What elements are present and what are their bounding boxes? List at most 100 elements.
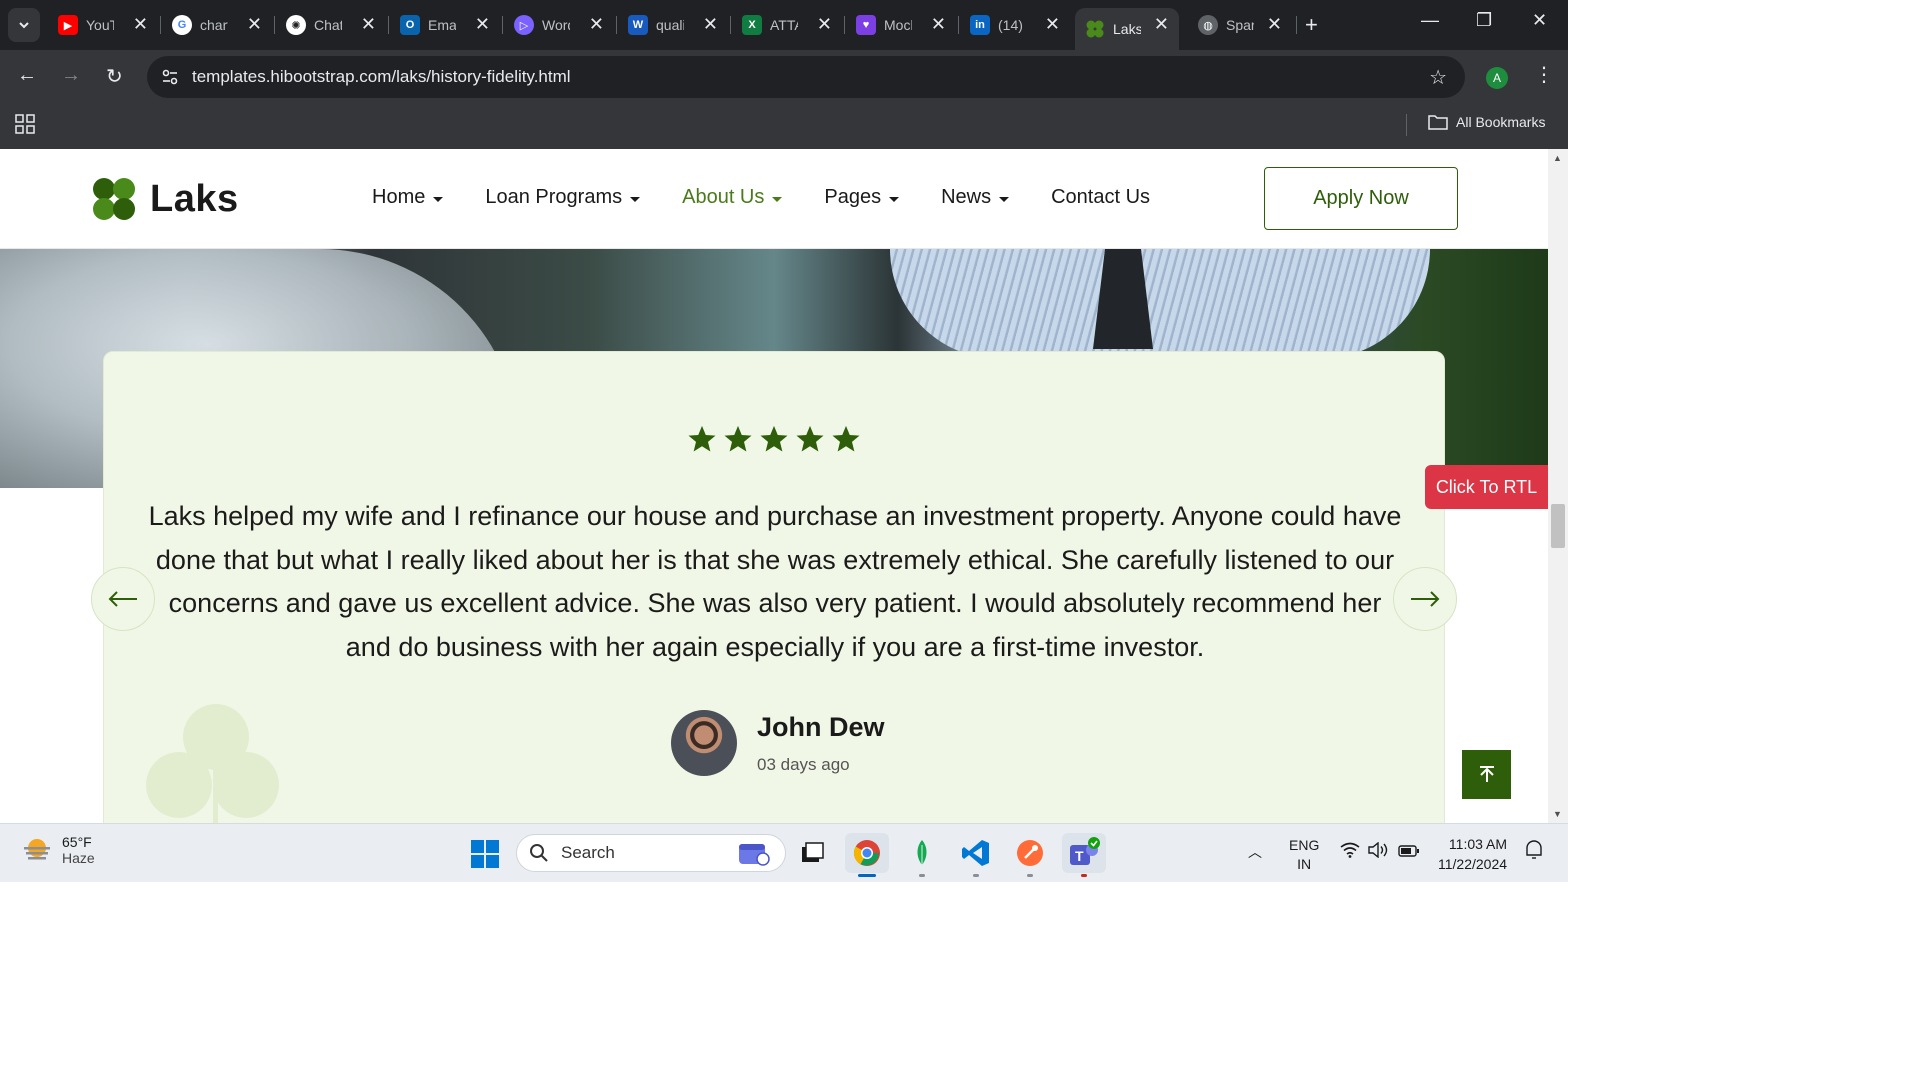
scroll-down-icon[interactable]: ▼: [1553, 809, 1562, 819]
arrow-left-icon: [108, 591, 137, 607]
browser-menu-button[interactable]: ⋮: [1534, 62, 1554, 87]
site-logo[interactable]: Laks: [90, 175, 239, 223]
tray-overflow-chevron-icon[interactable]: ︿: [1248, 842, 1262, 862]
wifi-icon[interactable]: [1340, 842, 1360, 861]
taskbar-mongodb[interactable]: [900, 833, 944, 877]
notifications-icon[interactable]: [1524, 840, 1544, 863]
rtl-toggle-button[interactable]: Click To RTL: [1425, 465, 1548, 509]
arrow-right-icon: [1411, 591, 1440, 607]
close-tab-icon[interactable]: ✕: [703, 15, 718, 33]
rating-stars: [104, 424, 1444, 454]
scroll-up-icon[interactable]: ▲: [1553, 153, 1562, 163]
start-button[interactable]: [470, 839, 500, 874]
tab-word[interactable]: ▷ Word ✕: [504, 8, 614, 42]
nav-loan-programs[interactable]: Loan Programs: [485, 186, 641, 209]
tab-google[interactable]: G chart ✕: [162, 8, 272, 42]
tab-laks[interactable]: Laks ✕: [1075, 8, 1179, 50]
word-icon: W: [628, 15, 648, 35]
taskbar-task-view[interactable]: [790, 833, 834, 873]
testimonial-author: John Dew 03 days ago: [671, 710, 885, 776]
battery-icon[interactable]: [1398, 844, 1420, 860]
scrollbar-thumb[interactable]: [1551, 504, 1565, 548]
close-tab-icon[interactable]: ✕: [475, 15, 490, 33]
apps-grid-icon[interactable]: [15, 114, 35, 134]
nav-pages[interactable]: Pages: [824, 186, 900, 209]
taskbar-chrome[interactable]: [845, 833, 889, 877]
page-scrollbar[interactable]: ▲ ▼: [1548, 149, 1568, 823]
close-tab-icon[interactable]: ✕: [1267, 15, 1282, 33]
taskbar-vscode[interactable]: [954, 833, 998, 877]
taskbar-clock[interactable]: 11:03 AM 11/22/2024: [1438, 834, 1507, 874]
minimize-button[interactable]: —: [1421, 10, 1439, 31]
tab-quality[interactable]: W quality ✕: [618, 8, 728, 42]
apply-now-button[interactable]: Apply Now: [1264, 167, 1458, 230]
caret-down-icon: [772, 196, 783, 202]
youtube-icon: ▶: [58, 15, 78, 35]
linkedin-icon: in: [970, 15, 990, 35]
taskbar-postman[interactable]: [1008, 833, 1052, 877]
tab-youtube[interactable]: ▶ YouTube ✕: [48, 8, 158, 42]
clover-logo-icon: [93, 178, 135, 220]
haze-sun-icon: [24, 839, 50, 860]
chrome-icon: [853, 840, 880, 866]
bookmark-star-icon[interactable]: ☆: [1429, 65, 1447, 90]
tab-mock[interactable]: ♥ Mock ✕: [846, 8, 956, 42]
close-tab-icon[interactable]: ✕: [1154, 15, 1169, 33]
reload-button[interactable]: ↻: [106, 64, 123, 89]
nav-about-us[interactable]: About Us: [682, 186, 783, 209]
language-indicator[interactable]: ENG IN: [1289, 836, 1319, 874]
testimonial-card: Laks helped my wife and I refinance our …: [103, 351, 1445, 823]
close-tab-icon[interactable]: ✕: [361, 15, 376, 33]
svg-text:T: T: [1075, 848, 1084, 864]
back-to-top-button[interactable]: [1462, 750, 1511, 799]
nav-news[interactable]: News: [941, 186, 1010, 209]
volume-icon[interactable]: [1368, 841, 1390, 861]
close-tab-icon[interactable]: ✕: [931, 15, 946, 33]
new-tab-button[interactable]: +: [1305, 12, 1318, 38]
tab-spark[interactable]: ◍ Spark ✕: [1188, 8, 1292, 42]
testimonial-quote: Laks helped my wife and I refinance our …: [148, 501, 1402, 662]
weather-widget[interactable]: 65°F Haze: [22, 834, 95, 866]
back-button[interactable]: ←: [17, 64, 37, 87]
site-settings-icon[interactable]: [161, 68, 179, 86]
caret-down-icon: [433, 196, 444, 202]
nav-contact-us[interactable]: Contact Us: [1051, 186, 1150, 209]
vscode-icon: [962, 840, 989, 866]
nav-home[interactable]: Home: [372, 186, 444, 209]
calendar-widget-icon: [739, 844, 770, 866]
author-timestamp: 03 days ago: [757, 754, 850, 774]
close-tab-icon[interactable]: ✕: [589, 15, 604, 33]
close-tab-icon[interactable]: ✕: [133, 15, 148, 33]
heart-chat-icon: ♥: [856, 15, 876, 35]
clover-icon: [1085, 19, 1105, 39]
profile-avatar[interactable]: A: [1486, 67, 1508, 89]
postman-icon: [1017, 840, 1043, 866]
close-tab-icon[interactable]: ✕: [817, 15, 832, 33]
forward-button[interactable]: →: [61, 64, 81, 87]
tab-chatgpt[interactable]: ✺ ChatGPT ✕: [276, 8, 386, 42]
all-bookmarks-button[interactable]: All Bookmarks: [1428, 114, 1545, 130]
arrow-up-icon: [1479, 765, 1494, 782]
tab-email[interactable]: O Email ✕: [390, 8, 500, 42]
caret-down-icon: [999, 196, 1010, 202]
logo-text: Laks: [150, 177, 239, 220]
tab-search-button[interactable]: [8, 8, 40, 42]
close-window-button[interactable]: ✕: [1532, 10, 1547, 31]
url-text[interactable]: templates.hibootstrap.com/laks/history-f…: [192, 67, 571, 87]
taskbar-teams[interactable]: T: [1062, 833, 1106, 877]
star-icon: [796, 425, 824, 452]
copilot-icon: ▷: [514, 15, 534, 35]
next-testimonial-button[interactable]: [1393, 567, 1457, 631]
close-tab-icon[interactable]: ✕: [247, 15, 262, 33]
tab-linkedin[interactable]: in (14) ✕: [960, 8, 1070, 42]
outlook-icon: O: [400, 15, 420, 35]
taskbar-search[interactable]: Search: [516, 834, 786, 872]
close-tab-icon[interactable]: ✕: [1045, 15, 1060, 33]
restore-button[interactable]: ❐: [1476, 10, 1492, 31]
tab-atta[interactable]: X ATTA ✕: [732, 8, 842, 42]
clover-decoration-icon: [146, 704, 279, 823]
address-bar[interactable]: templates.hibootstrap.com/laks/history-f…: [147, 56, 1465, 98]
prev-testimonial-button[interactable]: [91, 567, 155, 631]
google-icon: G: [172, 15, 192, 35]
task-view-icon: [802, 842, 824, 862]
